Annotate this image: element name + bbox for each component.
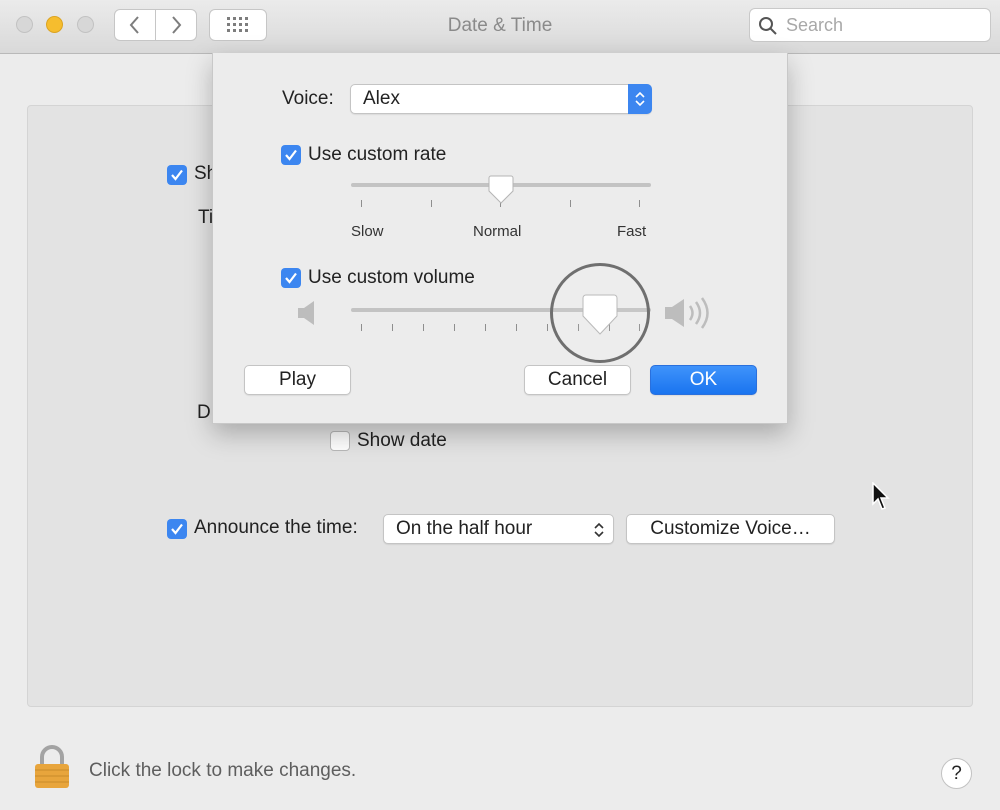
lock-button[interactable]: [33, 745, 71, 794]
checkmark-icon: [285, 149, 297, 161]
voice-popup-arrow-button[interactable]: [628, 84, 652, 114]
custom-volume-label: Use custom volume: [308, 267, 475, 288]
show-date-label: Show date: [357, 430, 447, 451]
announce-time-checkbox[interactable]: [167, 519, 187, 539]
rate-tick: [570, 200, 571, 207]
play-button[interactable]: Play: [244, 365, 351, 395]
time-options-label: Ti: [198, 207, 214, 228]
custom-rate-label: Use custom rate: [308, 144, 447, 165]
magnifier-highlight: [550, 263, 650, 363]
announce-interval-popup[interactable]: On the half hour: [383, 514, 614, 544]
volume-tick: [516, 324, 517, 331]
volume-tick: [547, 324, 548, 331]
customize-voice-sheet: Voice: Alex Use custom rate Slow Normal …: [212, 53, 788, 424]
voice-popup[interactable]: Alex: [350, 84, 652, 114]
rate-tick: [431, 200, 432, 207]
custom-volume-checkbox[interactable]: [281, 268, 301, 288]
rate-slow-label: Slow: [351, 223, 384, 240]
mouse-cursor-icon: [872, 482, 890, 510]
checkmark-icon: [285, 272, 297, 284]
voice-value: Alex: [363, 88, 400, 109]
announce-interval-value: On the half hour: [396, 518, 533, 539]
lock-message: Click the lock to make changes.: [89, 760, 357, 781]
search-icon: [759, 17, 777, 35]
checkmark-icon: [171, 523, 183, 535]
search-field[interactable]: Search: [749, 8, 991, 42]
title-bar: Date & Time Search: [0, 0, 1000, 54]
voice-label: Voice:: [282, 88, 334, 109]
show-date-checkbox[interactable]: [330, 431, 350, 451]
show-clock-checkbox[interactable]: [167, 165, 187, 185]
updown-arrows-icon: [635, 91, 645, 107]
checkmark-icon: [171, 169, 183, 181]
volume-tick: [392, 324, 393, 331]
speaker-high-icon: [665, 297, 709, 329]
updown-arrows-icon: [594, 522, 604, 538]
help-button[interactable]: ?: [941, 758, 972, 789]
volume-tick: [423, 324, 424, 331]
rate-normal-label: Normal: [473, 223, 522, 240]
rate-fast-label: Fast: [617, 223, 647, 240]
speaker-low-icon: [298, 301, 314, 325]
custom-rate-checkbox[interactable]: [281, 145, 301, 165]
announce-time-label: Announce the time:: [194, 517, 358, 538]
cancel-button[interactable]: Cancel: [524, 365, 631, 395]
rate-slider-thumb[interactable]: [488, 175, 514, 205]
rate-tick: [361, 200, 362, 207]
rate-tick: [639, 200, 640, 207]
volume-tick: [454, 324, 455, 331]
customize-voice-button[interactable]: Customize Voice…: [626, 514, 835, 544]
ok-button[interactable]: OK: [650, 365, 757, 395]
volume-tick: [485, 324, 486, 331]
lock-icon: [35, 745, 69, 788]
search-placeholder: Search: [786, 15, 844, 35]
volume-tick: [361, 324, 362, 331]
date-options-label: D: [197, 402, 211, 423]
